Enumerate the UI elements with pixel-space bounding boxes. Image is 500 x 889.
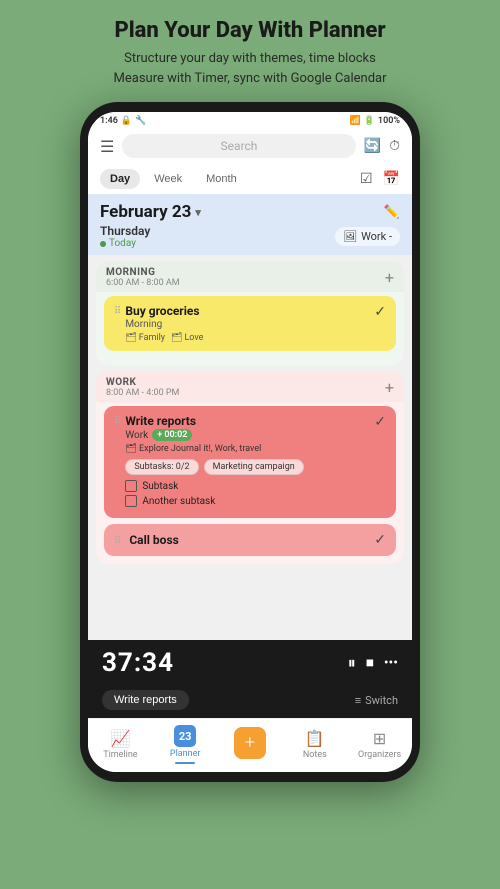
work-section-header: WORK 8:00 AM - 4:00 PM + xyxy=(96,371,404,402)
task-subtitle: Morning xyxy=(125,319,374,330)
timer-pause-icon[interactable]: ⏸ xyxy=(348,653,356,673)
write-reports-content: Write reports Work + 00:02 🗂 Explore Jou… xyxy=(125,414,374,510)
task-tags: 🗂 Family 🗂 Love xyxy=(125,333,374,343)
morning-section: MORNING 6:00 AM - 8:00 AM + ⠿ Buy grocer… xyxy=(96,261,404,365)
timer-stop-icon[interactable]: ⏹ xyxy=(366,653,374,673)
work-section: WORK 8:00 AM - 4:00 PM + ⠿ Write reports xyxy=(96,371,404,564)
work-task-tags: 🗂 Explore Journal it!, Work, travel xyxy=(125,444,374,454)
tab-bar: Day Week Month ☑ 📅 xyxy=(88,164,412,194)
nav-create[interactable]: + xyxy=(218,727,283,763)
top-action-icons: 🔄 ⏱ xyxy=(364,138,400,154)
work-theme-badge[interactable]: 🖼 Work - xyxy=(335,227,400,246)
morning-time: 6:00 AM - 8:00 AM xyxy=(106,278,180,288)
menu-icon[interactable]: ☰ xyxy=(100,137,114,156)
tab-week[interactable]: Week xyxy=(144,169,192,189)
drag-handle-icon: ⠿ xyxy=(114,536,121,547)
work-theme-icon: 🖼 xyxy=(343,230,357,243)
drag-handle-icon: ⠿ xyxy=(114,416,121,427)
write-reports-title: Write reports xyxy=(125,414,374,428)
today-label: Today xyxy=(100,238,150,249)
date-row: February 23 ▾ ✏️ xyxy=(100,202,400,222)
scroll-content: MORNING 6:00 AM - 8:00 AM + ⠿ Buy grocer… xyxy=(88,255,412,640)
timeline-icon: 📈 xyxy=(110,729,130,748)
morning-label: MORNING xyxy=(106,267,180,278)
work-section-body: ⠿ Write reports Work + 00:02 🗂 Explore J… xyxy=(96,402,404,564)
day-name: Thursday xyxy=(100,224,150,238)
nav-timeline[interactable]: 📈 Timeline xyxy=(88,729,153,760)
timer-bar: 37:34 ⏸ ⏹ ••• xyxy=(88,640,412,686)
call-boss-title: Call boss xyxy=(129,533,178,547)
timer-label-bar: Write reports ≡ Switch xyxy=(88,686,412,718)
organizers-label: Organizers xyxy=(358,750,401,760)
write-reports-check-icon[interactable]: ✓ xyxy=(374,414,386,430)
timeline-label: Timeline xyxy=(103,750,137,760)
planner-active-indicator xyxy=(175,762,195,764)
morning-add-button[interactable]: + xyxy=(385,268,394,287)
bottom-nav: 📈 Timeline 23 Planner + 📋 Notes ⊞ Organi… xyxy=(88,718,412,772)
planner-date-badge: 23 xyxy=(174,725,196,747)
timer-display: 37:34 xyxy=(102,648,174,678)
timer-task-button[interactable]: Write reports xyxy=(102,690,189,710)
subtask-list: Subtask Another subtask xyxy=(125,480,374,507)
tab-month[interactable]: Month xyxy=(196,169,247,189)
app-subtitle: Structure your day with themes, time blo… xyxy=(114,49,387,88)
subtasks-chip[interactable]: Subtasks: 0/2 xyxy=(125,459,198,475)
task-title: Buy groceries xyxy=(125,304,374,318)
notes-icon: 📋 xyxy=(305,729,325,748)
work-time: 8:00 AM - 4:00 PM xyxy=(106,388,179,398)
date-edit-icon[interactable]: ✏️ xyxy=(384,205,400,220)
work-label: WORK xyxy=(106,377,179,388)
drag-handle-icon: ⠿ xyxy=(114,306,121,317)
refresh-icon[interactable]: 🔄 xyxy=(364,138,381,154)
today-dot xyxy=(100,241,106,247)
date-header: February 23 ▾ ✏️ Thursday Today 🖼 Work - xyxy=(88,194,412,255)
date-title: February 23 ▾ xyxy=(100,202,201,222)
morning-section-header: MORNING 6:00 AM - 8:00 AM + xyxy=(96,261,404,292)
app-title: Plan Your Day With Planner xyxy=(114,18,387,43)
tab-actions: ☑ 📅 xyxy=(360,171,400,187)
organizers-icon: ⊞ xyxy=(373,729,386,748)
call-boss-check-icon[interactable]: ✓ xyxy=(374,532,386,548)
phone-frame: 1:46 🔒 🔧 📶 🔋 100% ☰ Search 🔄 ⏱ xyxy=(80,102,420,782)
task-check-icon[interactable]: ✓ xyxy=(374,304,386,320)
subtask-1[interactable]: Subtask xyxy=(125,480,374,492)
status-time: 1:46 🔒 🔧 xyxy=(100,116,146,126)
work-add-button[interactable]: + xyxy=(385,378,394,397)
phone-screen: 1:46 🔒 🔧 📶 🔋 100% ☰ Search 🔄 ⏱ xyxy=(88,112,412,772)
app-header: Plan Your Day With Planner Structure you… xyxy=(90,0,411,98)
calendar-icon[interactable]: 📅 xyxy=(383,171,400,187)
write-reports-sub: Work + 00:02 xyxy=(125,429,374,441)
status-bar: 1:46 🔒 🔧 📶 🔋 100% xyxy=(88,112,412,128)
buy-groceries-card[interactable]: ⠿ Buy groceries Morning 🗂 Family 🗂 Love … xyxy=(104,296,396,351)
view-tabs: Day Week Month xyxy=(100,169,247,189)
nav-organizers[interactable]: ⊞ Organizers xyxy=(347,729,412,760)
marketing-chip[interactable]: Marketing campaign xyxy=(204,459,304,475)
timer-controls: ⏸ ⏹ ••• xyxy=(348,653,398,673)
subtask-checkbox-1[interactable] xyxy=(125,480,137,492)
notes-label: Notes xyxy=(303,750,327,760)
timer-more-icon[interactable]: ••• xyxy=(384,655,398,671)
search-box[interactable]: Search xyxy=(122,134,355,158)
task-content: Buy groceries Morning 🗂 Family 🗂 Love xyxy=(125,304,374,343)
subtask-checkbox-2[interactable] xyxy=(125,495,137,507)
status-icons: 📶 🔋 100% xyxy=(349,116,400,126)
write-reports-card[interactable]: ⠿ Write reports Work + 00:02 🗂 Explore J… xyxy=(104,406,396,518)
call-boss-card[interactable]: ⠿ Call boss ✓ xyxy=(104,524,396,556)
nav-notes[interactable]: 📋 Notes xyxy=(282,729,347,760)
day-info: Thursday Today xyxy=(100,224,150,249)
search-placeholder: Search xyxy=(221,139,258,153)
top-bar: ☰ Search 🔄 ⏱ xyxy=(88,128,412,164)
checklist-icon[interactable]: ☑ xyxy=(360,171,373,187)
day-row: Thursday Today 🖼 Work - xyxy=(100,224,400,249)
subtask-2[interactable]: Another subtask xyxy=(125,495,374,507)
switch-button[interactable]: ≡ Switch xyxy=(355,694,398,707)
nav-planner[interactable]: 23 Planner xyxy=(153,725,218,764)
planner-label: Planner xyxy=(170,749,201,759)
morning-section-body: ⠿ Buy groceries Morning 🗂 Family 🗂 Love … xyxy=(96,292,404,365)
create-icon[interactable]: + xyxy=(234,727,266,759)
time-extra-badge: + 00:02 xyxy=(152,429,192,441)
tab-day[interactable]: Day xyxy=(100,169,140,189)
task-chips: Subtasks: 0/2 Marketing campaign xyxy=(125,459,374,475)
timer-icon[interactable]: ⏱ xyxy=(389,138,400,154)
